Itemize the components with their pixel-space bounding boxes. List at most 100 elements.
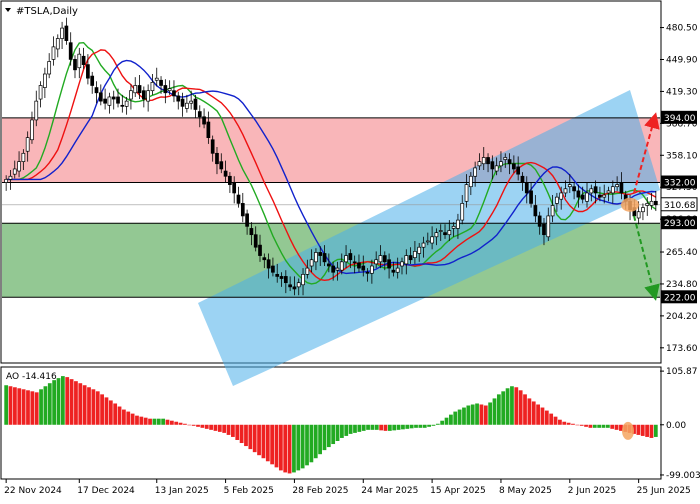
- candle: [129, 84, 133, 110]
- ao-bar: [444, 417, 449, 425]
- date-tick-label: 15 Apr 2025: [430, 486, 486, 496]
- ao-bar: [287, 424, 292, 474]
- ao-bar: [566, 422, 571, 425]
- ao-bar: [244, 424, 248, 447]
- price-tick-label: 204.20: [666, 312, 698, 322]
- candle: [172, 80, 176, 103]
- ao-bar: [344, 424, 349, 436]
- ao-bar: [353, 424, 357, 433]
- ao-bar: [361, 424, 366, 431]
- ao-bar: [409, 424, 414, 429]
- ao-bar: [52, 380, 57, 425]
- candle: [47, 53, 52, 79]
- ao-bar: [435, 423, 440, 425]
- ao-bar: [191, 424, 196, 426]
- ao-bar: [278, 424, 283, 471]
- ao-bar: [222, 424, 227, 433]
- level-price-label: 222.00: [664, 293, 696, 303]
- candle: [103, 88, 107, 110]
- ao-bar: [309, 424, 314, 463]
- price-axis: 480.50449.90419.30388.70358.10327.50296.…: [660, 24, 698, 354]
- ao-bar: [252, 424, 257, 453]
- ao-bar: [540, 407, 545, 425]
- date-tick-label: 22 Nov 2024: [4, 486, 62, 496]
- ao-bar: [43, 386, 48, 425]
- date-tick-label: 5 Feb 2025: [224, 486, 274, 496]
- level-price-label: 293.00: [664, 219, 696, 229]
- price-tick-label: 173.60: [666, 344, 698, 354]
- ao-bar: [431, 424, 436, 426]
- ao-bar: [470, 404, 475, 425]
- ao-bar: [427, 424, 431, 427]
- ao-bar: [440, 420, 445, 425]
- candle: [141, 86, 146, 108]
- ao-bar: [483, 405, 488, 425]
- ao-bar: [265, 424, 270, 462]
- ao-bar: [488, 402, 493, 425]
- ao-bar: [300, 424, 305, 469]
- ao-bar: [418, 424, 423, 428]
- ao-bar: [374, 424, 379, 430]
- ao-bar: [161, 418, 166, 425]
- ao-bar: [396, 424, 401, 430]
- ao-bar: [636, 424, 641, 435]
- ao-bar: [614, 424, 619, 430]
- ao-bar: [492, 398, 497, 425]
- candle: [240, 192, 245, 223]
- ao-bar: [226, 424, 231, 435]
- ao-bar: [122, 409, 126, 425]
- ao-bar: [531, 401, 536, 425]
- ao-bar: [318, 424, 322, 455]
- ao-bar: [571, 423, 575, 425]
- ao-bar: [348, 424, 353, 434]
- ao-bar: [592, 424, 597, 428]
- ao-bar: [562, 421, 567, 425]
- ao-bar: [527, 398, 532, 425]
- ao-bar: [65, 377, 70, 425]
- ao-bar: [597, 424, 602, 428]
- ao-bar: [13, 387, 17, 425]
- ao-bar: [496, 394, 501, 425]
- ao-bar: [475, 403, 479, 425]
- ao-bar: [462, 407, 466, 425]
- ao-bar: [69, 379, 74, 425]
- ao-bar: [74, 381, 78, 425]
- ao-bar: [135, 415, 139, 425]
- ao-bar: [584, 424, 588, 427]
- date-tick-label: 13 Jan 2025: [155, 486, 209, 496]
- ao-bar: [130, 413, 135, 425]
- ao-bar: [78, 383, 83, 425]
- candle: [193, 94, 198, 118]
- ao-bar: [209, 424, 213, 430]
- ao-bar: [196, 424, 200, 427]
- ao-bar: [165, 419, 170, 425]
- candle: [185, 94, 189, 113]
- candle: [73, 55, 77, 79]
- ao-bar: [579, 424, 584, 426]
- ao-bar: [536, 404, 540, 425]
- date-tick-label: 17 Dec 2024: [77, 486, 135, 496]
- ao-bar: [95, 391, 100, 425]
- ao-bar: [248, 424, 253, 450]
- ao-bar: [213, 424, 218, 431]
- candle: [236, 186, 241, 208]
- collapse-triangle-icon[interactable]: [5, 8, 11, 12]
- ao-bar: [466, 405, 471, 425]
- date-axis: 22 Nov 2024 17 Dec 2024 13 Jan 2025 5 Feb 2…: [4, 479, 691, 496]
- ao-bar: [357, 424, 362, 432]
- last-price-marker: [621, 197, 639, 212]
- ao-bar: [331, 424, 336, 445]
- ao-bar: [422, 424, 427, 428]
- ao-bar: [453, 411, 458, 425]
- candle: [150, 74, 155, 95]
- ao-bar: [270, 424, 275, 465]
- candle: [38, 81, 43, 108]
- date-tick-label: 28 Feb 2025: [292, 486, 348, 496]
- ao-bar: [178, 422, 183, 425]
- chart-title: #TSLA,Daily: [16, 6, 78, 17]
- ao-tick-label: 105.87: [666, 367, 698, 377]
- ao-bar: [204, 424, 209, 429]
- ao-bar: [640, 424, 645, 436]
- candle: [30, 111, 34, 144]
- ao-bar: [370, 424, 375, 430]
